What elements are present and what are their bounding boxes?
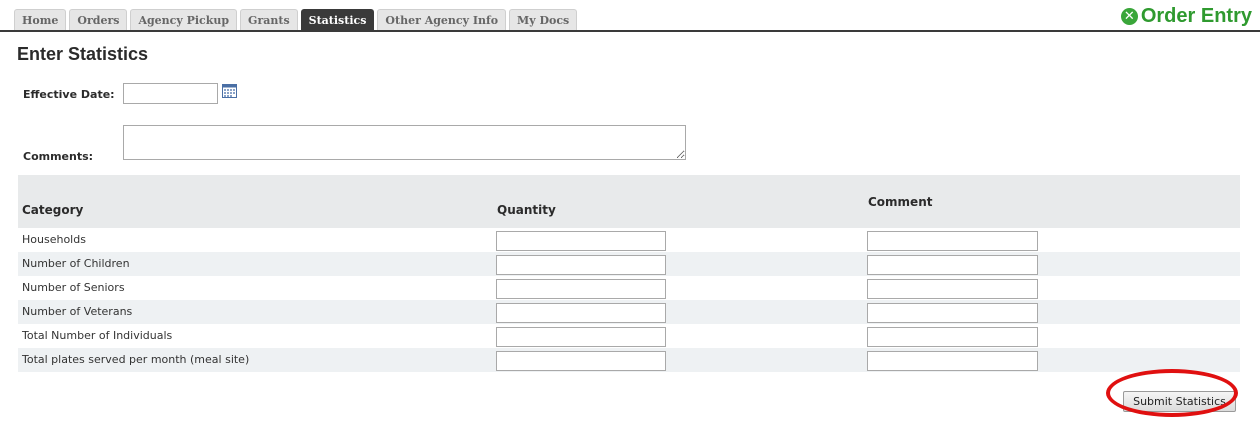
quantity-input[interactable] [496,327,666,347]
comment-input[interactable] [867,327,1038,347]
category-label: Number of Seniors [22,281,125,294]
table-row: Number of Veterans [18,300,1240,324]
tab-home[interactable]: Home [14,9,67,30]
tab-bar: Home Orders Agency Pickup Grants Statist… [0,0,1260,32]
grid-header-row: Category Quantity Comment [18,175,1240,228]
category-label: Total plates served per month (meal site… [22,353,250,366]
category-label: Number of Children [22,257,130,270]
category-label: Number of Veterans [22,305,133,318]
quantity-input[interactable] [496,279,666,299]
statistics-grid: Category Quantity Comment Households Numb… [18,175,1240,372]
quantity-input[interactable] [496,231,666,251]
category-label: Total Number of Individuals [22,329,173,342]
comments-textarea[interactable] [123,125,686,160]
order-entry-label: Order Entry [1140,5,1252,27]
quantity-input[interactable] [496,351,666,371]
effective-date-input[interactable] [123,83,218,104]
table-row: Households [18,228,1240,252]
comment-input[interactable] [867,351,1038,371]
quantity-input[interactable] [496,303,666,323]
comments-label: Comments: [23,150,94,163]
category-label: Households [22,233,86,246]
quantity-input[interactable] [496,255,666,275]
table-row: Total plates served per month (meal site… [18,348,1240,372]
header-category: Category [22,203,84,217]
table-row: Number of Children [18,252,1240,276]
page-title: Enter Statistics [17,44,149,64]
submit-statistics-button[interactable]: Submit Statistics [1123,391,1236,412]
table-row: Total Number of Individuals [18,324,1240,348]
tab-orders[interactable]: Orders [69,9,128,30]
comment-input[interactable] [867,303,1038,323]
tab-underline [0,30,1260,32]
tab-my-docs[interactable]: My Docs [509,9,578,30]
table-row: Number of Seniors [18,276,1240,300]
comment-input[interactable] [867,231,1038,251]
tab-statistics[interactable]: Statistics [300,9,375,30]
close-circle-icon: ✕ [1120,8,1138,25]
order-entry-brand[interactable]: ✕ Order Entry [1120,5,1252,28]
tab-list: Home Orders Agency Pickup Grants Statist… [14,9,578,30]
header-quantity: Quantity [497,203,556,217]
tab-agency-pickup[interactable]: Agency Pickup [130,9,238,30]
header-comment: Comment [868,195,933,209]
comment-input[interactable] [867,279,1038,299]
comment-input[interactable] [867,255,1038,275]
effective-date-label: Effective Date: [23,88,115,101]
calendar-icon[interactable] [222,84,237,98]
tab-other-agency-info[interactable]: Other Agency Info [377,9,507,30]
tab-grants[interactable]: Grants [240,9,298,30]
